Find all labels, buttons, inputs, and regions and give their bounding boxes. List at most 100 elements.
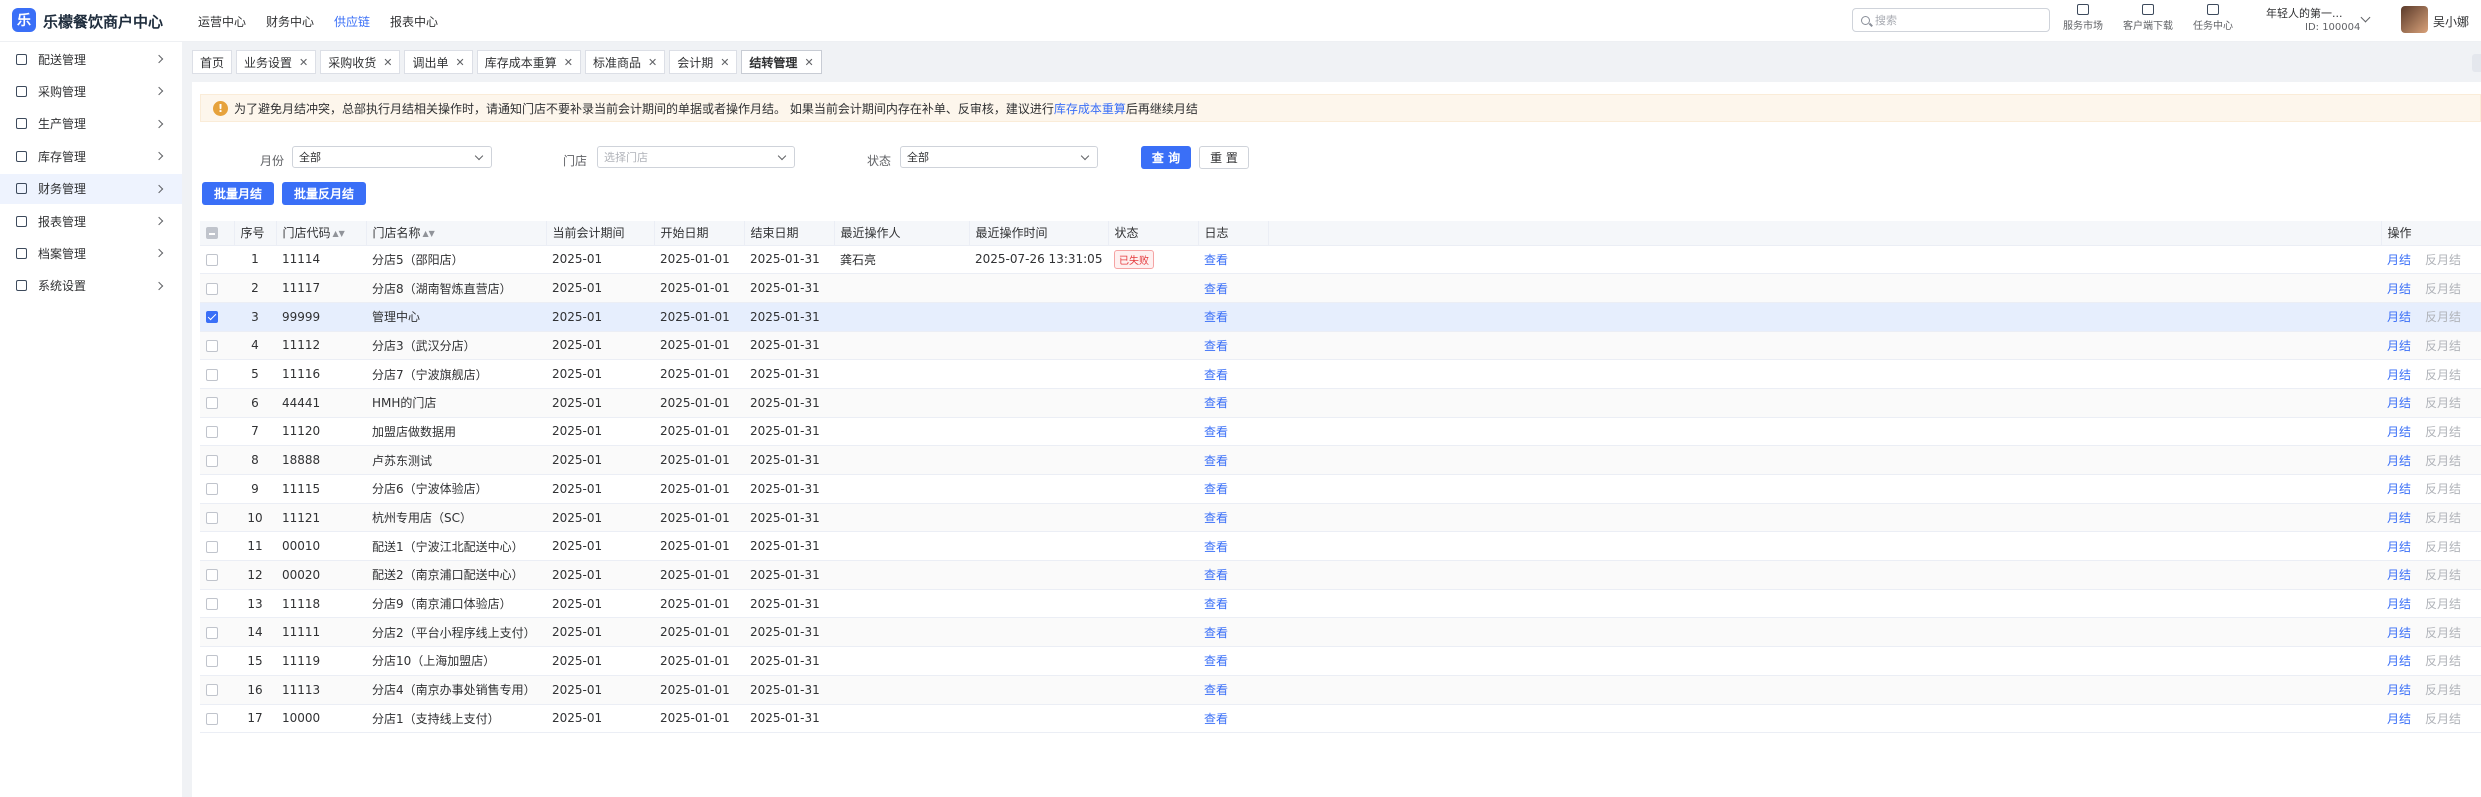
row-checkbox[interactable] [206,282,218,295]
reverse-month-end-link[interactable]: 反月结 [2425,568,2461,582]
user-name[interactable]: 吴小娜 [2433,13,2469,30]
row-checkbox[interactable] [206,454,218,467]
top-nav-item[interactable]: 财务中心 [266,13,314,30]
reverse-month-end-link[interactable]: 反月结 [2425,712,2461,726]
batch-month-end-button[interactable]: 批量月结 [202,182,274,205]
table-row[interactable]: 3 99999 管理中心 2025-01 2025-01-01 2025-01-31 查看 月… [200,302,2481,332]
batch-reverse-month-end-button[interactable]: 批量反月结 [282,182,366,205]
chevron-down-icon[interactable] [2360,12,2371,23]
month-end-link[interactable]: 月结 [2387,568,2411,582]
close-icon[interactable]: ✕ [383,56,392,69]
reverse-month-end-link[interactable]: 反月结 [2425,253,2461,267]
month-end-link[interactable]: 月结 [2387,511,2411,525]
sidebar-item[interactable]: 档案管理 [0,238,182,268]
row-select-cell[interactable] [200,531,234,562]
month-end-link[interactable]: 月结 [2387,540,2411,554]
org-switcher[interactable]: 年轻人的第一... [2266,5,2343,21]
month-end-link[interactable]: 月结 [2387,712,2411,726]
row-checkbox[interactable] [206,483,218,496]
reverse-month-end-link[interactable]: 反月结 [2425,482,2461,496]
page-tab[interactable]: 业务设置 ✕ [236,50,317,74]
view-log-link[interactable]: 查看 [1204,310,1228,324]
table-row[interactable]: 9 11115 分店6（宁波体验店） 2025-01 2025-01-01 2025-01… [200,474,2481,504]
status-select[interactable]: 全部 [900,146,1098,168]
page-tab[interactable]: 标准商品 ✕ [584,50,666,74]
app-title[interactable]: 乐檬餐饮商户中心 [43,11,163,32]
reverse-month-end-link[interactable]: 反月结 [2425,339,2461,353]
sidebar-item[interactable]: 生产管理 [0,109,182,139]
month-select[interactable]: 全部 [292,146,492,168]
row-checkbox[interactable] [206,397,218,410]
month-end-link[interactable]: 月结 [2387,482,2411,496]
reverse-month-end-link[interactable]: 反月结 [2425,626,2461,640]
row-select-cell[interactable] [200,302,234,332]
tabs-scroll-handle[interactable] [2472,54,2481,72]
row-checkbox[interactable] [206,540,218,553]
row-checkbox[interactable] [206,339,218,352]
month-end-link[interactable]: 月结 [2387,282,2411,296]
view-log-link[interactable]: 查看 [1204,368,1228,382]
table-row[interactable]: 6 44441 HMH的门店 2025-01 2025-01-01 2025-01-31 查… [200,388,2481,418]
view-log-link[interactable]: 查看 [1204,712,1228,726]
view-log-link[interactable]: 查看 [1204,626,1228,640]
avatar[interactable] [2401,6,2428,33]
search-box[interactable]: 搜索 [1852,8,2050,32]
table-row[interactable]: 7 11120 加盟店做数据用 2025-01 2025-01-01 2025-01-31… [200,417,2481,447]
table-row[interactable]: 14 11111 分店2（平台小程序线上支付） 2025-01 2025-01-01 20… [200,617,2481,648]
page-tab[interactable]: 库存成本重算 ✕ [476,50,581,74]
month-end-link[interactable]: 月结 [2387,396,2411,410]
reverse-month-end-link[interactable]: 反月结 [2425,454,2461,468]
tool-service-market[interactable]: 服务市场 [2053,4,2113,32]
store-select[interactable]: 选择门店 [597,146,795,168]
table-row[interactable]: 2 11117 分店8（湖南智炼直营店） 2025-01 2025-01-01 2025-… [200,273,2481,303]
row-select-cell[interactable] [200,617,234,648]
month-end-link[interactable]: 月结 [2387,597,2411,611]
row-checkbox[interactable] [206,598,218,611]
row-select-cell[interactable] [200,503,234,533]
select-all-checkbox[interactable] [206,227,218,240]
month-end-link[interactable]: 月结 [2387,253,2411,267]
close-icon[interactable]: ✕ [564,56,573,69]
view-log-link[interactable]: 查看 [1204,253,1228,267]
row-select-cell[interactable] [200,560,234,590]
page-tab[interactable]: 采购收货 ✕ [320,50,401,74]
view-log-link[interactable]: 查看 [1204,654,1228,668]
sidebar-item[interactable]: 系统设置 [0,271,182,301]
row-select-cell[interactable] [200,245,234,275]
row-select-cell[interactable] [200,273,234,303]
month-end-link[interactable]: 月结 [2387,310,2411,324]
tool-task-center[interactable]: 任务中心 [2183,4,2243,32]
reverse-month-end-link[interactable]: 反月结 [2425,425,2461,439]
view-log-link[interactable]: 查看 [1204,683,1228,697]
page-tab[interactable]: 首页 [192,50,233,74]
reverse-month-end-link[interactable]: 反月结 [2425,282,2461,296]
sort-icon[interactable]: ▲▼ [333,229,345,238]
reverse-month-end-link[interactable]: 反月结 [2425,511,2461,525]
close-icon[interactable]: ✕ [299,56,308,69]
row-checkbox[interactable] [206,512,218,525]
table-row[interactable]: 12 00020 配送2（南京浦口配送中心） 2025-01 2025-01-01 202… [200,560,2481,590]
alert-link-recalc[interactable]: 库存成本重算 [1054,100,1126,117]
close-icon[interactable]: ✕ [648,56,657,69]
row-select-cell[interactable] [200,589,234,619]
month-end-link[interactable]: 月结 [2387,683,2411,697]
sidebar-item[interactable]: 配送管理 [0,44,182,74]
query-button[interactable]: 查 询 [1141,146,1191,169]
row-select-cell[interactable] [200,359,234,389]
month-end-link[interactable]: 月结 [2387,339,2411,353]
table-row[interactable]: 15 11119 分店10（上海加盟店） 2025-01 2025-01-01 2025-… [200,646,2481,676]
month-end-link[interactable]: 月结 [2387,626,2411,640]
row-checkbox[interactable] [206,626,218,639]
view-log-link[interactable]: 查看 [1204,396,1228,410]
reverse-month-end-link[interactable]: 反月结 [2425,597,2461,611]
tool-client-download[interactable]: 客户端下载 [2118,4,2178,32]
view-log-link[interactable]: 查看 [1204,511,1228,525]
row-select-cell[interactable] [200,646,234,676]
table-row[interactable]: 1 11114 分店5（邵阳店） 2025-01 2025-01-01 2025-01-3… [200,245,2481,275]
row-select-cell[interactable] [200,388,234,418]
row-select-cell[interactable] [200,704,234,734]
month-end-link[interactable]: 月结 [2387,368,2411,382]
row-select-cell[interactable] [200,675,234,705]
view-log-link[interactable]: 查看 [1204,425,1228,439]
reverse-month-end-link[interactable]: 反月结 [2425,540,2461,554]
